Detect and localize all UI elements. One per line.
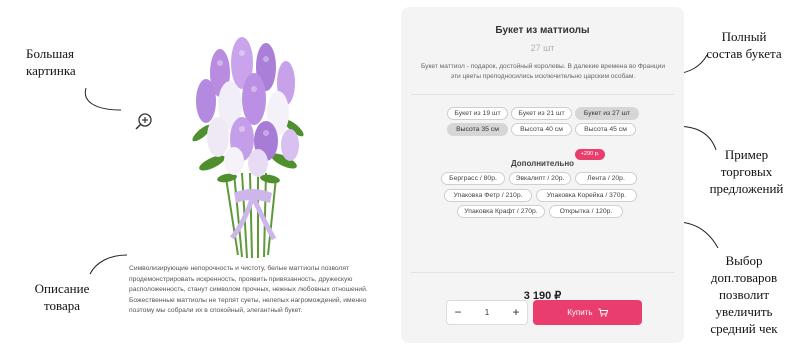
extra-item-kraft-wrap[interactable]: Упаковка Крафт / 270р. [457, 205, 545, 218]
extra-item-eucalyptus[interactable]: Эвкалипт / 20р. [509, 172, 571, 185]
note-big-image: Большая картинка [26, 46, 76, 78]
quantity-decrease-button[interactable]: − [447, 301, 469, 324]
note-description: Описание товара [34, 281, 90, 313]
buy-button[interactable]: Купить [533, 300, 642, 325]
cart-icon [598, 308, 608, 317]
extra-item-ribbon[interactable]: Лента / 20р. [575, 172, 637, 185]
note-extras: Выбор доп.товаров позволит увеличить сре… [710, 253, 778, 336]
option-size-21[interactable]: Букет из 21 шт [511, 107, 572, 120]
option-height-40[interactable]: Высота 40 см [511, 123, 572, 136]
flower-bouquet-image [192, 37, 304, 259]
note-full-composition: Полный состав букета [706, 29, 782, 61]
quantity-increase-button[interactable]: + [505, 301, 527, 324]
buy-button-label: Купить [567, 308, 593, 317]
quantity-stepper: − 1 + [446, 300, 528, 325]
product-quantity: 27 шт [530, 43, 555, 53]
note-trade-offers: Пример торговых предложений [709, 147, 784, 196]
zoom-in-icon[interactable] [134, 112, 154, 132]
arrow-description [89, 254, 128, 275]
extra-item-bergrass[interactable]: Берграсс / 80р. [441, 172, 505, 185]
option-size-19[interactable]: Букет из 19 шт [447, 107, 508, 120]
extra-item-korean-wrap[interactable]: Упаковка Корейка / 370р. [536, 189, 637, 202]
product-description: Символизирующие непорочность и чистоту, … [129, 265, 368, 315]
arrow-big-image [84, 87, 122, 111]
product-card: Букет из маттиолы 27 шт Букет маттиол - … [401, 7, 684, 343]
product-composition: Букет маттиол - подарок, достойный корол… [420, 63, 666, 80]
divider [411, 272, 674, 273]
extra-item-felt-wrap[interactable]: Упаковка Фетр / 210р. [444, 189, 532, 202]
option-height-35[interactable]: Высота 35 см [447, 123, 508, 136]
option-height-45[interactable]: Высота 45 см [575, 123, 636, 136]
quantity-value[interactable]: 1 [469, 301, 505, 324]
product-title: Букет из маттиолы [495, 25, 590, 36]
extras-heading: Дополнительно [510, 159, 575, 168]
extra-item-card[interactable]: Открытка / 120р. [549, 205, 623, 218]
divider [411, 94, 674, 95]
option-size-27[interactable]: Букет из 27 шт [575, 107, 639, 120]
